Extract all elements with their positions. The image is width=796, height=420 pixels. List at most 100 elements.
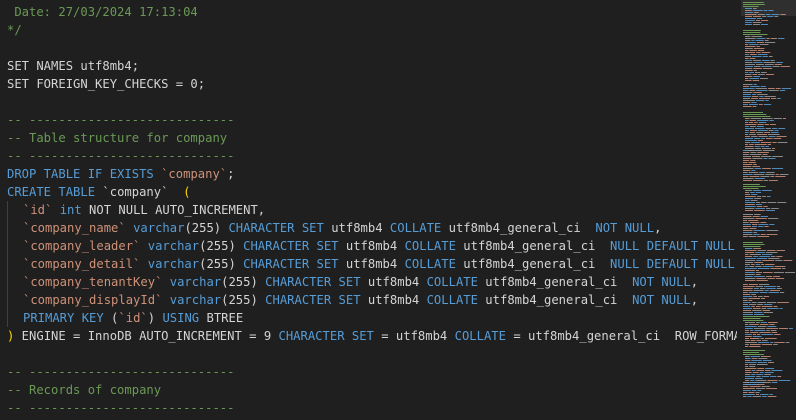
minimap-stroke [756,52,761,53]
minimap-stroke [761,60,770,61]
minimap-stroke [762,150,775,151]
code-token: NULL DEFAULT NULL [610,239,735,253]
minimap-stroke [745,52,756,53]
minimap-stroke [765,100,769,101]
minimap-stroke [765,264,775,265]
code-line[interactable]: SET NAMES utf8mb4; [7,57,737,75]
minimap-stroke [751,170,756,171]
code-line[interactable] [7,93,737,111]
code-line[interactable]: -- Records of company [7,381,737,399]
indent-guide [7,201,23,219]
minimap-stroke [779,292,785,293]
code-token: -- ---------------------------- [7,365,235,379]
minimap-stroke [756,18,763,19]
code-line[interactable]: ) ENGINE = InnoDB AUTO_INCREMENT = 9 CHA… [7,327,737,345]
minimap-stroke [772,142,777,143]
code-line[interactable]: -- Table structure for company [7,129,737,147]
minimap-stroke [750,160,756,161]
code-line[interactable]: -- ---------------------------- [7,147,737,165]
code-line[interactable]: Date: 27/03/2024 17:13:04 [7,3,737,21]
minimap-stroke [751,224,758,225]
minimap-stroke [748,298,761,299]
code-line[interactable]: -- ---------------------------- [7,363,737,381]
minimap-stroke [753,256,759,257]
minimap-stroke [743,98,751,99]
minimap-stroke [772,156,783,157]
minimap-stroke [776,250,785,251]
minimap-stroke [743,188,759,189]
minimap-stroke [756,340,762,341]
minimap-stroke [748,162,756,163]
minimap-stroke [765,174,775,175]
minimap-stroke [774,130,779,131]
minimap-stroke [759,324,769,325]
code-line[interactable]: `company_displayId` varchar(255) CHARACT… [7,291,737,309]
minimap-stroke [754,146,760,147]
minimap-stroke [743,354,764,355]
minimap-stroke [743,178,754,179]
minimap-stroke [773,138,782,139]
minimap-stroke [761,334,774,335]
minimap-stroke [768,88,775,89]
code-editor[interactable]: Date: 27/03/2024 17:13:04 */ SET NAMES ut… [0,0,737,420]
code-line[interactable]: SET FOREIGN_KEY_CHECKS = 0; [7,75,737,93]
minimap-stroke [753,180,763,181]
code-line[interactable]: `id` int NOT NULL AUTO_INCREMENT, [7,201,737,219]
code-line[interactable]: CREATE TABLE `company` ( [7,183,737,201]
minimap-stroke [765,128,771,129]
code-line[interactable]: -- ---------------------------- [7,399,737,417]
minimap-stroke [743,396,747,397]
minimap-stroke [749,346,761,347]
code-line[interactable]: `company_detail` varchar(255) CHARACTER … [7,255,737,273]
code-line[interactable]: -- ---------------------------- [7,111,737,129]
minimap-stroke [754,12,759,13]
minimap-stroke [743,152,750,153]
minimap-stroke [755,272,762,273]
code-token: CHARACTER SET [257,293,361,307]
code-line[interactable]: `company_tenantKey` varchar(255) CHARACT… [7,273,737,291]
minimap-stroke [745,66,753,67]
code-token: (255) [199,257,236,271]
code-line[interactable]: `company_name` varchar(255) CHARACTER SE… [7,219,737,237]
minimap-stroke [745,38,756,39]
minimap-stroke [749,330,754,331]
minimap-stroke [755,88,768,89]
minimap-stroke [753,48,765,49]
minimap-stroke [773,272,784,273]
minimap[interactable] [737,0,796,420]
minimap-stroke [766,208,771,209]
code-token: `company_leader` [23,239,141,253]
minimap-stroke [766,302,777,303]
code-line[interactable] [7,39,737,57]
minimap-stroke [745,8,752,9]
minimap-stroke [760,24,768,25]
minimap-stroke [745,22,752,23]
minimap-stroke [745,56,752,57]
minimap-stroke [743,234,753,235]
minimap-stroke [754,214,761,215]
minimap-stroke [775,278,785,279]
code-line[interactable] [7,345,737,363]
code-token: varchar [162,275,222,289]
minimap-stroke [745,80,752,81]
minimap-stroke [743,218,755,219]
minimap-stroke [766,234,778,235]
minimap-stroke [753,70,757,71]
minimap-stroke [784,272,795,273]
minimap-stroke [755,270,759,271]
minimap-stroke [743,114,767,115]
minimap-stroke [752,166,760,167]
code-line[interactable]: PRIMARY KEY (`id`) USING BTREE [7,309,737,327]
minimap-stroke [764,370,771,371]
minimap-stroke [743,160,750,161]
minimap-stroke [749,364,757,365]
code-line[interactable]: `company_leader` varchar(255) CHARACTER … [7,237,737,255]
minimap-stroke [751,294,756,295]
code-line[interactable]: */ [7,21,737,39]
minimap-stroke [774,334,781,335]
minimap-stroke [761,66,772,67]
minimap-stroke [743,102,751,103]
code-token: (255) [184,221,222,235]
minimap-stroke [749,126,756,127]
code-line[interactable]: DROP TABLE IF EXISTS `company`; [7,165,737,183]
